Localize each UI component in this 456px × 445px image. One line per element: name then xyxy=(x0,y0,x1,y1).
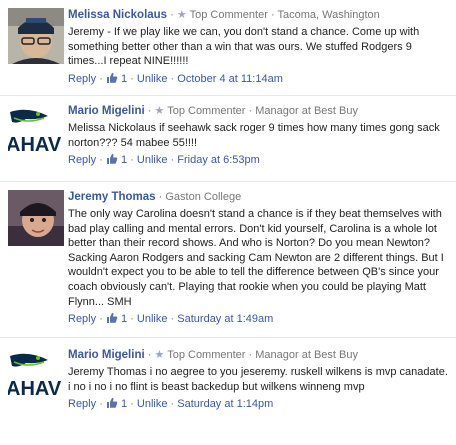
separator: · xyxy=(170,9,174,21)
separator: · xyxy=(170,313,175,326)
comment-timestamp[interactable]: Friday at 6:53pm xyxy=(177,154,260,166)
avatar-photo-icon xyxy=(8,8,64,64)
comment-actions: Reply · 1 · Unlike · Saturday at 1:49am xyxy=(68,312,450,326)
thumbs-up-icon xyxy=(106,398,118,409)
author-name[interactable]: Jeremy Thomas xyxy=(68,191,156,203)
comment-melissa: Melissa Nickolaus · ★ Top Commenter · Ta… xyxy=(0,0,456,95)
separator: · xyxy=(130,313,134,326)
comment-mario-1: AHAV Mario Migelini · ★ Top Commenter · … xyxy=(0,96,456,181)
separator: · xyxy=(130,72,134,85)
separator: · xyxy=(170,398,175,411)
comment-header: Mario Migelini · ★ Top Commenter · Manag… xyxy=(68,348,450,362)
seahawks-logo-icon: AHAV xyxy=(8,104,64,160)
thumbs-up-icon xyxy=(106,72,118,83)
separator: · xyxy=(99,398,103,411)
comment-jeremy: Jeremy Thomas · Gaston College The only … xyxy=(0,182,456,337)
star-icon: ★ xyxy=(176,9,187,21)
separator: · xyxy=(99,154,103,167)
reply-link[interactable]: Reply xyxy=(68,398,96,410)
comment-timestamp[interactable]: Saturday at 1:49am xyxy=(177,313,273,325)
star-icon: ★ xyxy=(154,105,165,117)
separator: · xyxy=(130,398,134,411)
comment-text: The only way Carolina doesn't stand a ch… xyxy=(68,208,444,308)
separator: · xyxy=(248,349,253,361)
unlike-link[interactable]: Unlike xyxy=(137,398,168,410)
logo-wordmark: AHAV xyxy=(8,378,62,400)
avatar-mario[interactable]: AHAV xyxy=(8,348,64,404)
comment-timestamp[interactable]: Saturday at 1:14pm xyxy=(177,398,273,410)
separator: · xyxy=(158,191,163,203)
author-name[interactable]: Mario Migelini xyxy=(68,349,145,361)
comment-header: Mario Migelini · ★ Top Commenter · Manag… xyxy=(68,104,450,118)
author-name[interactable]: Mario Migelini xyxy=(68,105,145,117)
reply-link[interactable]: Reply xyxy=(68,73,96,85)
avatar-melissa[interactable] xyxy=(8,8,64,64)
unlike-link[interactable]: Unlike xyxy=(137,313,168,325)
avatar-mario[interactable]: AHAV xyxy=(8,104,64,160)
separator: · xyxy=(99,313,103,326)
star-icon: ★ xyxy=(154,349,165,361)
comment-text: Jeremy - If we play like we can, you don… xyxy=(68,26,420,68)
comment-mario-2: AHAV Mario Migelini · ★ Top Commenter · … xyxy=(0,338,456,438)
separator: · xyxy=(170,154,175,167)
like-count[interactable]: 1 xyxy=(121,154,127,166)
author-affiliation: Managor at Best Buy xyxy=(255,349,358,361)
author-name[interactable]: Melissa Nickolaus xyxy=(68,9,167,21)
seahawks-logo-icon: AHAV xyxy=(8,348,64,404)
separator: · xyxy=(170,72,175,85)
like-count[interactable]: 1 xyxy=(121,313,127,325)
comment-actions: Reply · 1 · Unlike · October 4 at 11:14a… xyxy=(68,72,450,86)
comment-timestamp[interactable]: October 4 at 11:14am xyxy=(177,73,283,85)
separator: · xyxy=(147,105,152,117)
like-count[interactable]: 1 xyxy=(121,398,127,410)
unlike-link[interactable]: Unlike xyxy=(137,154,168,166)
top-commenter-badge: Top Commenter xyxy=(189,9,268,21)
logo-wordmark: AHAV xyxy=(8,134,62,156)
comment-text: Jeremy Thomas i no aegree to you jeserem… xyxy=(68,366,448,393)
top-commenter-badge: Top Commenter xyxy=(167,105,246,117)
reply-link[interactable]: Reply xyxy=(68,313,96,325)
avatar-photo-icon xyxy=(8,190,64,246)
comment-header: Jeremy Thomas · Gaston College xyxy=(68,190,450,204)
thumbs-up-icon xyxy=(106,313,118,324)
thumbs-up-icon xyxy=(106,154,118,165)
separator: · xyxy=(147,349,152,361)
separator: · xyxy=(248,105,253,117)
comment-actions: Reply · 1 · Unlike · Saturday at 1:14pm xyxy=(68,397,450,411)
top-commenter-badge: Top Commenter xyxy=(167,349,246,361)
author-affiliation: Managor at Best Buy xyxy=(255,105,358,117)
author-affiliation: Tacoma, Washington xyxy=(277,9,380,21)
reply-link[interactable]: Reply xyxy=(68,154,96,166)
like-count[interactable]: 1 xyxy=(121,73,127,85)
author-affiliation: Gaston College xyxy=(165,191,242,203)
unlike-link[interactable]: Unlike xyxy=(137,73,168,85)
separator: · xyxy=(99,72,103,85)
comment-actions: Reply · 1 · Unlike · Friday at 6:53pm xyxy=(68,153,450,167)
separator: · xyxy=(270,9,275,21)
separator: · xyxy=(130,154,134,167)
comment-text: Melissa Nickolaus if seehawk sack roger … xyxy=(68,122,440,149)
avatar-jeremy[interactable] xyxy=(8,190,64,246)
comment-header: Melissa Nickolaus · ★ Top Commenter · Ta… xyxy=(68,8,450,22)
